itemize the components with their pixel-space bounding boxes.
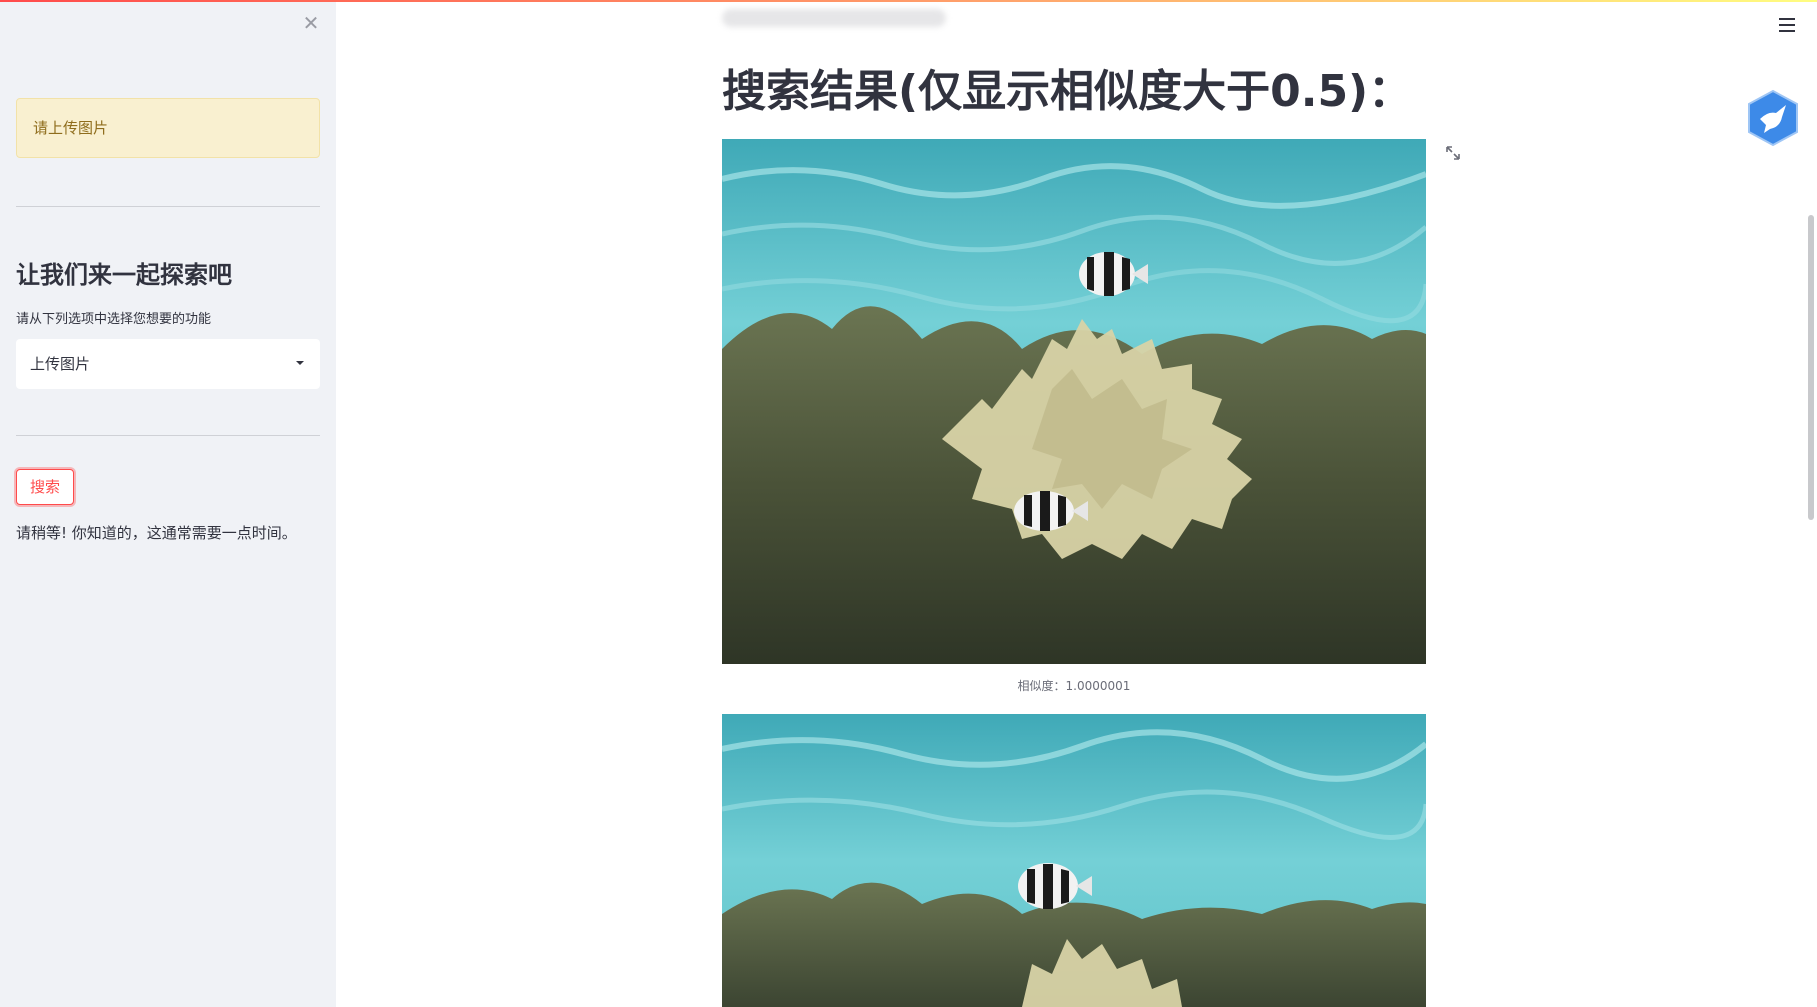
sidebar: ✕ 请上传图片 让我们来一起探索吧 请从下列选项中选择您想要的功能 上传图片 搜… bbox=[0, 0, 336, 1007]
sidebar-heading: 让我们来一起探索吧 bbox=[16, 261, 232, 289]
similarity-caption: 相似度：1.0000001 bbox=[1017, 679, 1131, 693]
top-decoration-bar bbox=[0, 0, 1817, 2]
blurred-text bbox=[722, 9, 946, 27]
chevron-down-icon bbox=[296, 361, 304, 365]
underwater-coral-photo bbox=[722, 139, 1426, 664]
function-select-label: 请从下列选项中选择您想要的功能 bbox=[16, 312, 212, 327]
sidebar-divider bbox=[16, 435, 320, 436]
upload-warning-text: 请上传图片 bbox=[33, 119, 109, 137]
main-content: 搜索结果(仅显示相似度大于0.5)： 相似度：1.0000001 bbox=[336, 0, 1817, 1007]
search-button[interactable]: 搜索 bbox=[16, 469, 74, 505]
sidebar-divider bbox=[16, 206, 320, 207]
close-icon[interactable]: ✕ bbox=[300, 12, 322, 34]
scrollbar[interactable] bbox=[1808, 215, 1814, 520]
result-image bbox=[722, 714, 1426, 1007]
wait-message: 请稍等! 你知道的，这通常需要一点时间。 bbox=[16, 524, 297, 542]
page-title: 搜索结果(仅显示相似度大于0.5)： bbox=[722, 66, 1413, 117]
function-select-value: 上传图片 bbox=[30, 355, 91, 373]
expand-icon[interactable] bbox=[1444, 144, 1462, 162]
bird-badge-icon[interactable] bbox=[1746, 89, 1800, 147]
result-image bbox=[722, 139, 1426, 664]
upload-warning-alert: 请上传图片 bbox=[16, 98, 320, 158]
underwater-coral-photo bbox=[722, 714, 1426, 1007]
function-select[interactable]: 上传图片 bbox=[16, 339, 320, 389]
hamburger-menu-icon[interactable] bbox=[1779, 18, 1795, 32]
